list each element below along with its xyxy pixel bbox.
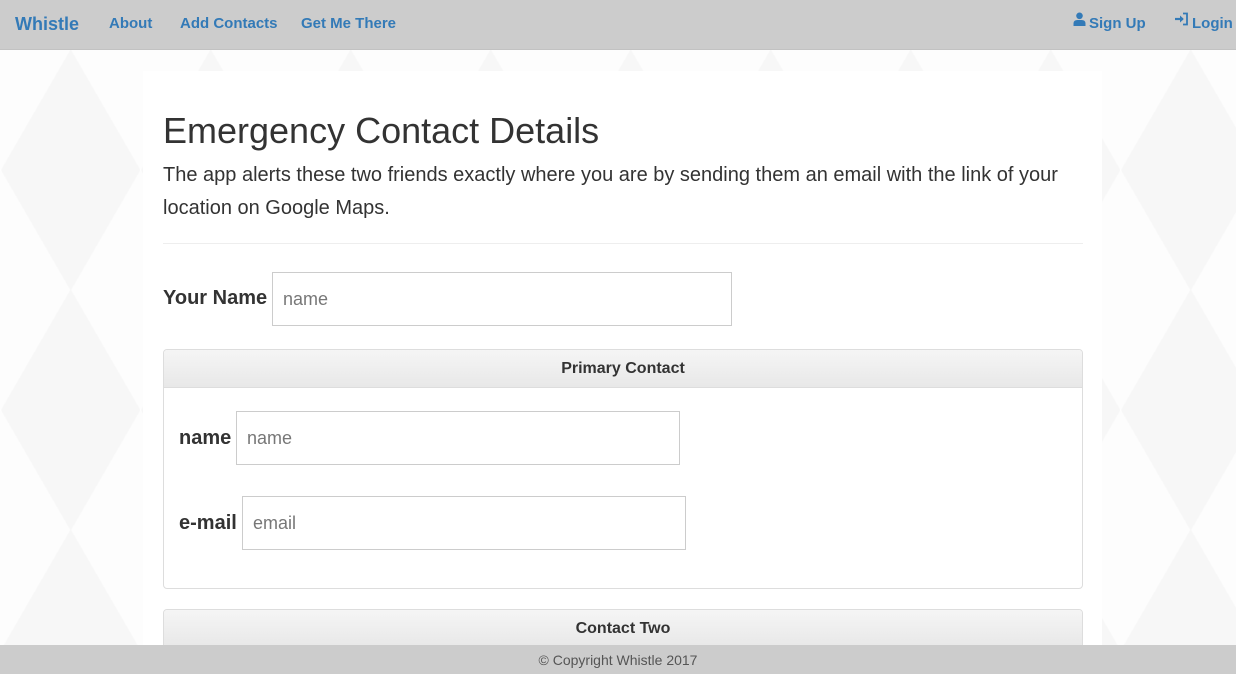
- your-name-label: Your Name: [163, 287, 268, 309]
- primary-email-label: e-mail: [179, 512, 237, 534]
- nav-get-me-there-link[interactable]: Get Me There: [301, 0, 396, 49]
- copyright-text: © Copyright Whistle 2017: [538, 652, 698, 668]
- navbar: Whistle About Add Contacts Get Me There …: [0, 0, 1236, 50]
- brand-link[interactable]: Whistle: [15, 0, 79, 49]
- primary-name-label: name: [179, 427, 232, 449]
- footer: © Copyright Whistle 2017: [0, 645, 1236, 674]
- primary-name-input[interactable]: [236, 411, 680, 465]
- divider: [163, 243, 1083, 244]
- sign-up-label: Sign Up: [1089, 15, 1146, 32]
- nav-about-link[interactable]: About: [109, 0, 152, 49]
- main-container: Emergency Contact Details The app alerts…: [143, 71, 1102, 674]
- primary-contact-heading: Primary Contact: [164, 350, 1082, 388]
- sign-up-link[interactable]: Sign Up: [1073, 0, 1146, 49]
- lead-text: The app alerts these two friends exactly…: [163, 164, 1058, 219]
- nav-add-contacts-link[interactable]: Add Contacts: [180, 0, 278, 49]
- page-title: Emergency Contact Details: [163, 110, 600, 151]
- login-link[interactable]: Login: [1174, 0, 1233, 49]
- user-icon: [1073, 0, 1086, 46]
- your-name-input[interactable]: [272, 272, 732, 326]
- login-label: Login: [1192, 15, 1233, 32]
- contact-two-heading: Contact Two: [164, 610, 1082, 648]
- login-icon: [1174, 0, 1189, 46]
- primary-contact-panel: Primary Contact name e-mail: [163, 349, 1083, 589]
- primary-email-input[interactable]: [242, 496, 686, 550]
